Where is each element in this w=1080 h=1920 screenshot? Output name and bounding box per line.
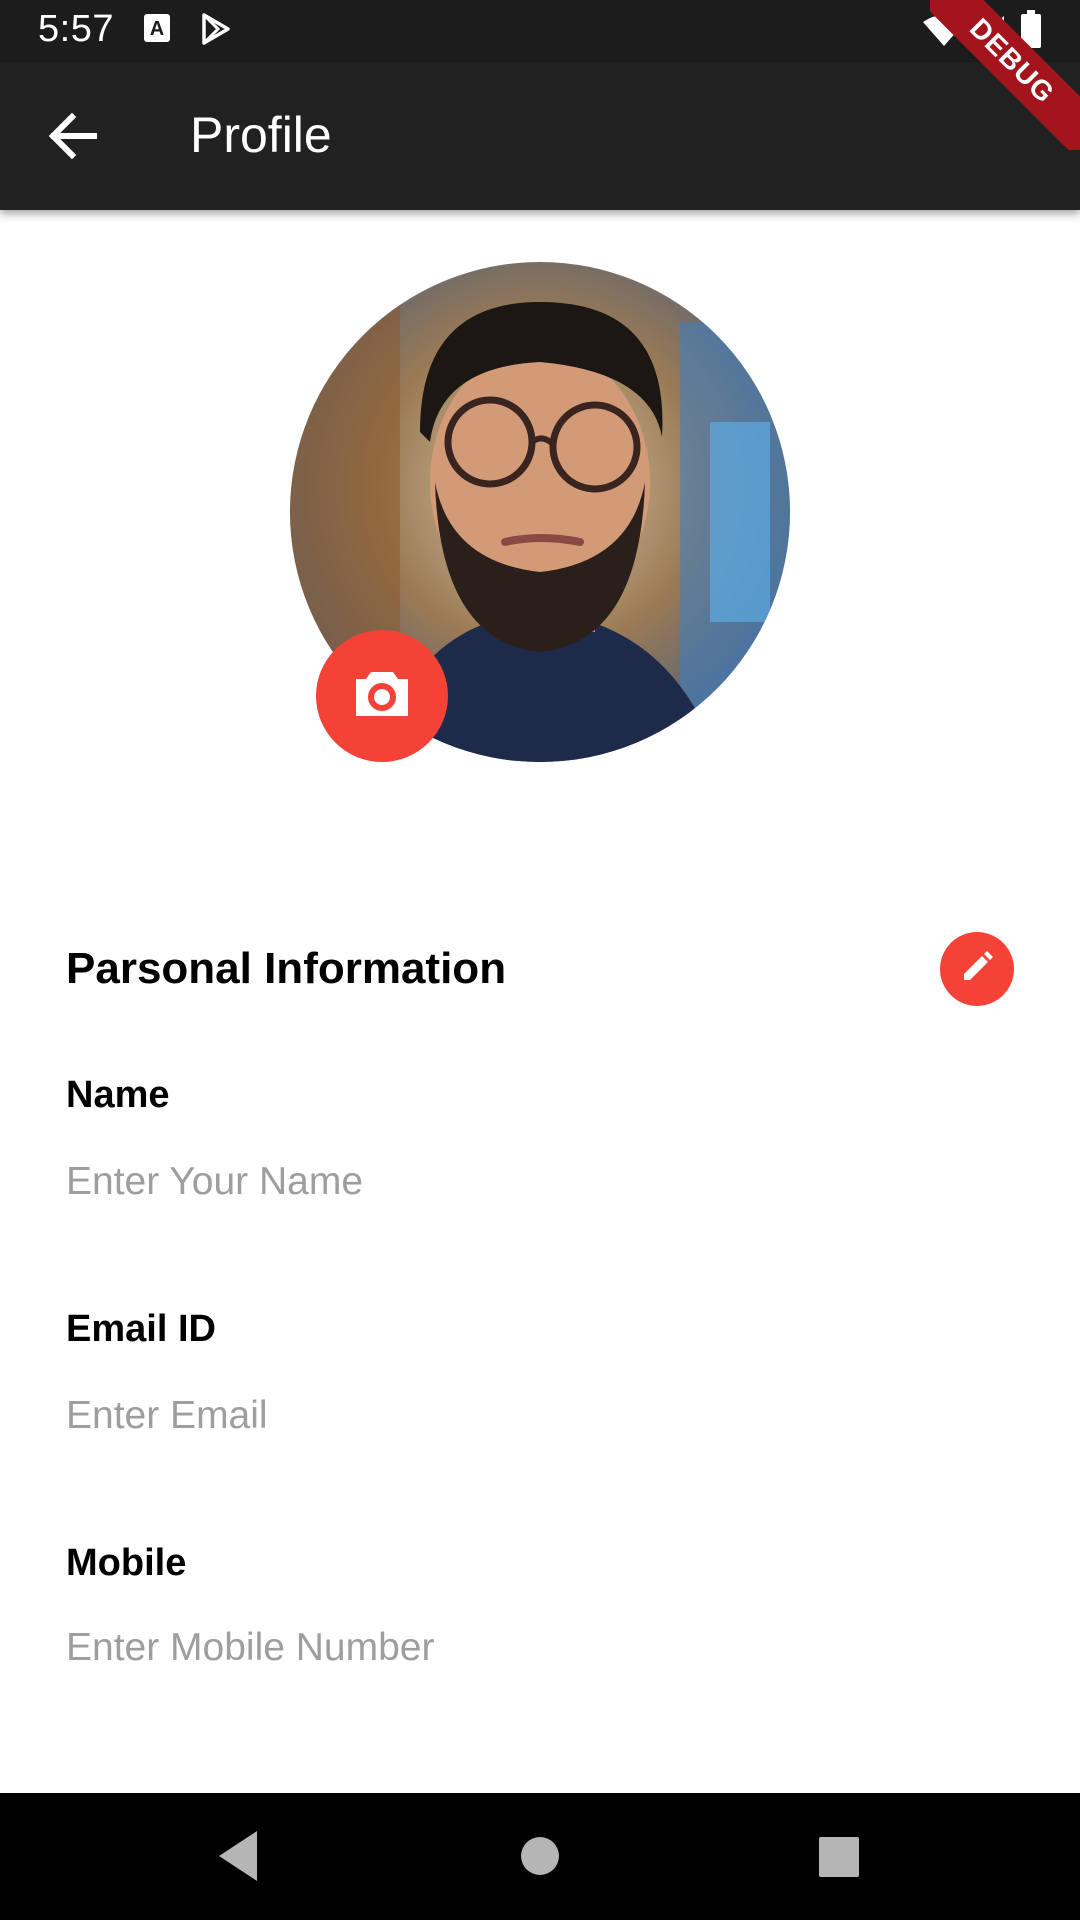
change-photo-button[interactable] (316, 630, 448, 762)
section-title: Parsonal Information (66, 944, 507, 993)
play-store-icon (200, 12, 232, 51)
svg-text:A: A (150, 18, 164, 40)
mobile-field[interactable] (66, 1618, 1006, 1678)
email-field[interactable] (66, 1386, 1006, 1446)
status-time: 5:57 (38, 8, 114, 50)
nav-home-icon (507, 1837, 573, 1893)
page-title: Profile (190, 107, 332, 163)
nav-home-button[interactable] (507, 1823, 573, 1889)
nav-recents-icon (805, 1837, 871, 1893)
battery-icon (1020, 10, 1042, 55)
arrow-back-icon (36, 112, 108, 176)
signal-icon (970, 14, 1006, 53)
email-label: Email ID (66, 1308, 216, 1350)
camera-icon (352, 668, 412, 725)
nav-back-icon (205, 1831, 271, 1893)
wifi-icon (922, 14, 966, 53)
back-button[interactable] (36, 100, 108, 172)
mobile-label: Mobile (66, 1542, 187, 1584)
name-field[interactable] (66, 1152, 1006, 1212)
a-icon: A (142, 12, 172, 51)
nav-back-button[interactable] (205, 1823, 271, 1889)
system-nav-bar (0, 1793, 1080, 1920)
nav-recents-button[interactable] (805, 1823, 871, 1889)
pencil-icon (960, 950, 994, 989)
profile-screen: 5:57 A DEBUG Profile Parsonal Informatio… (0, 0, 1080, 1920)
app-bar: Profile (0, 62, 1080, 210)
name-label: Name (66, 1074, 170, 1116)
status-bar: 5:57 A (0, 0, 1080, 62)
edit-button[interactable] (940, 932, 1014, 1006)
